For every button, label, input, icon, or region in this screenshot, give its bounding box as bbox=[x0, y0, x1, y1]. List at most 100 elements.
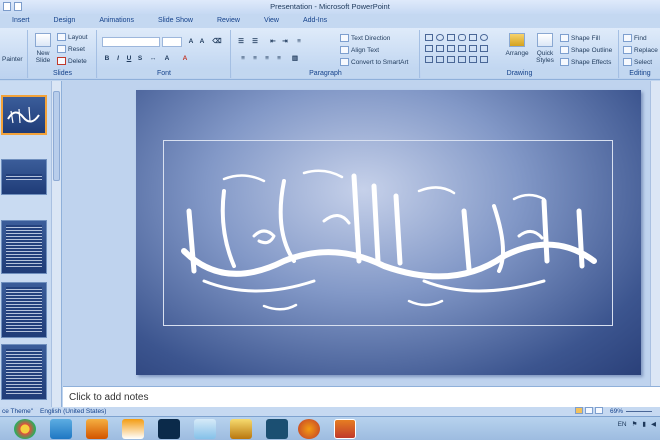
font-size-box[interactable] bbox=[162, 37, 182, 47]
arrow-shape-icon[interactable] bbox=[436, 45, 444, 52]
line-spacing-icon[interactable]: ≡ bbox=[294, 37, 304, 46]
convert-smartart-button[interactable]: Convert to SmartArt bbox=[340, 58, 408, 66]
char-spacing-icon[interactable]: ↔ bbox=[148, 54, 158, 63]
font-group: A A ⌫ B I U S ↔ A A Font bbox=[98, 30, 231, 78]
freeform-shape-icon[interactable] bbox=[447, 56, 455, 63]
callout-shape-icon[interactable] bbox=[436, 56, 444, 63]
quick-styles-button[interactable]: Quick Styles bbox=[532, 33, 558, 64]
title-placeholder[interactable] bbox=[163, 140, 613, 326]
notes-pane[interactable]: Click to add notes bbox=[63, 386, 660, 407]
connector-shape-icon[interactable] bbox=[425, 56, 433, 63]
slide-thumbnail-3[interactable] bbox=[1, 220, 47, 274]
language-status[interactable]: English (United States) bbox=[40, 407, 106, 416]
normal-view-icon[interactable] bbox=[575, 407, 583, 414]
shrink-font-icon[interactable]: A bbox=[197, 37, 207, 46]
vlc-icon[interactable] bbox=[122, 419, 144, 439]
language-indicator[interactable]: EN bbox=[618, 421, 627, 428]
tab-animations[interactable]: Animations bbox=[87, 14, 146, 28]
font-name-box[interactable] bbox=[102, 37, 160, 47]
bracket-shape-icon[interactable] bbox=[469, 56, 477, 63]
tab-design[interactable]: Design bbox=[42, 14, 88, 28]
text-direction-button[interactable]: Text Direction bbox=[340, 34, 390, 42]
rounded-rect-shape-icon[interactable] bbox=[458, 34, 466, 41]
oval-shape-icon[interactable] bbox=[436, 34, 444, 41]
replace-button[interactable]: Replace bbox=[623, 46, 658, 54]
layout-button[interactable]: Layout bbox=[57, 33, 88, 41]
line-shape-icon[interactable] bbox=[469, 34, 477, 41]
tab-insert[interactable]: Insert bbox=[0, 14, 42, 28]
slides-pane-scrollbar[interactable] bbox=[51, 81, 61, 407]
italic-icon[interactable]: I bbox=[113, 54, 123, 63]
font-color-icon[interactable]: A bbox=[180, 54, 190, 63]
brace-shape-icon[interactable] bbox=[458, 45, 466, 52]
more-shapes-icon[interactable] bbox=[480, 56, 488, 63]
bullets-icon[interactable]: ☰ bbox=[236, 37, 246, 46]
pentagon-shape-icon[interactable] bbox=[447, 45, 455, 52]
firefox-icon[interactable] bbox=[298, 419, 320, 439]
dev-app-icon[interactable] bbox=[266, 419, 288, 439]
current-slide[interactable] bbox=[136, 90, 641, 375]
shape-fill-button[interactable]: Shape Fill bbox=[560, 34, 600, 42]
grow-font-icon[interactable]: A bbox=[186, 37, 196, 46]
increase-indent-icon[interactable]: ⇥ bbox=[280, 37, 290, 46]
undo-icon[interactable] bbox=[3, 2, 11, 11]
network-icon[interactable] bbox=[194, 419, 216, 439]
slide-sorter-icon[interactable] bbox=[585, 407, 593, 414]
heart-shape-icon[interactable] bbox=[458, 56, 466, 63]
tab-review[interactable]: Review bbox=[205, 14, 252, 28]
new-slide-button[interactable]: New Slide bbox=[32, 33, 54, 64]
slides-group-label: Slides bbox=[29, 69, 96, 78]
clear-formatting-icon[interactable]: ⌫ bbox=[212, 37, 222, 46]
columns-icon[interactable]: ▥ bbox=[290, 54, 300, 63]
reset-button[interactable]: Reset bbox=[57, 45, 85, 53]
rectangle-shape-icon[interactable] bbox=[425, 34, 433, 41]
tab-add-ins[interactable]: Add-Ins bbox=[291, 14, 339, 28]
zoom-slider[interactable] bbox=[626, 411, 652, 412]
chrome-icon[interactable] bbox=[14, 419, 36, 439]
delete-button[interactable]: Delete bbox=[57, 57, 87, 65]
tab-view[interactable]: View bbox=[252, 14, 291, 28]
curve-shape-icon[interactable] bbox=[469, 45, 477, 52]
numbering-icon[interactable]: ☰ bbox=[250, 37, 260, 46]
layout-label: Layout bbox=[68, 33, 88, 41]
align-left-icon[interactable]: ≡ bbox=[238, 54, 248, 63]
volume-icon[interactable]: ◀ bbox=[651, 420, 656, 428]
star-shape-icon[interactable] bbox=[480, 45, 488, 52]
justify-icon[interactable]: ≡ bbox=[274, 54, 284, 63]
align-center-icon[interactable]: ≡ bbox=[250, 54, 260, 63]
select-button[interactable]: Select bbox=[623, 58, 652, 66]
shape-effects-button[interactable]: Shape Effects bbox=[560, 58, 611, 66]
photoshop-icon[interactable] bbox=[158, 419, 180, 439]
zoom-level[interactable]: 69% bbox=[610, 407, 623, 416]
slide-scrollbar[interactable] bbox=[650, 81, 660, 386]
powerpoint-taskbar-icon[interactable] bbox=[334, 419, 356, 439]
align-text-button[interactable]: Align Text bbox=[340, 46, 379, 54]
quick-styles-label: Quick Styles bbox=[536, 50, 554, 64]
strikethrough-icon[interactable]: S bbox=[135, 54, 145, 63]
slide-thumbnail-1[interactable] bbox=[1, 95, 47, 135]
flag-icon[interactable]: ⚑ bbox=[632, 420, 638, 428]
slide-thumbnail-4[interactable] bbox=[1, 282, 47, 338]
slide-show-icon[interactable] bbox=[595, 407, 603, 414]
headset-icon[interactable] bbox=[230, 419, 252, 439]
slide-thumbnail-2[interactable] bbox=[1, 159, 47, 195]
find-button[interactable]: Find bbox=[623, 34, 647, 42]
align-right-icon[interactable]: ≡ bbox=[262, 54, 272, 63]
customize-qat-icon[interactable] bbox=[14, 2, 22, 11]
tab-slide-show[interactable]: Slide Show bbox=[146, 14, 205, 28]
change-case-icon[interactable]: A bbox=[162, 54, 172, 63]
arrange-button[interactable]: Arrange bbox=[503, 33, 531, 57]
network-tray-icon[interactable]: ▮ bbox=[642, 420, 646, 428]
decrease-indent-icon[interactable]: ⇤ bbox=[268, 37, 278, 46]
media-player-icon[interactable] bbox=[86, 419, 108, 439]
shape-outline-button[interactable]: Shape Outline bbox=[560, 46, 612, 54]
bold-icon[interactable]: B bbox=[102, 54, 112, 63]
circle-shape-icon[interactable] bbox=[480, 34, 488, 41]
slide-thumbnail-5[interactable] bbox=[1, 344, 47, 400]
internet-explorer-icon[interactable] bbox=[50, 419, 72, 439]
triangle-shape-icon[interactable] bbox=[425, 45, 433, 52]
format-painter-button[interactable]: Painter bbox=[2, 56, 23, 63]
scrollbar-thumb[interactable] bbox=[53, 91, 60, 181]
textbox-shape-icon[interactable] bbox=[447, 34, 455, 41]
underline-icon[interactable]: U bbox=[124, 54, 134, 63]
